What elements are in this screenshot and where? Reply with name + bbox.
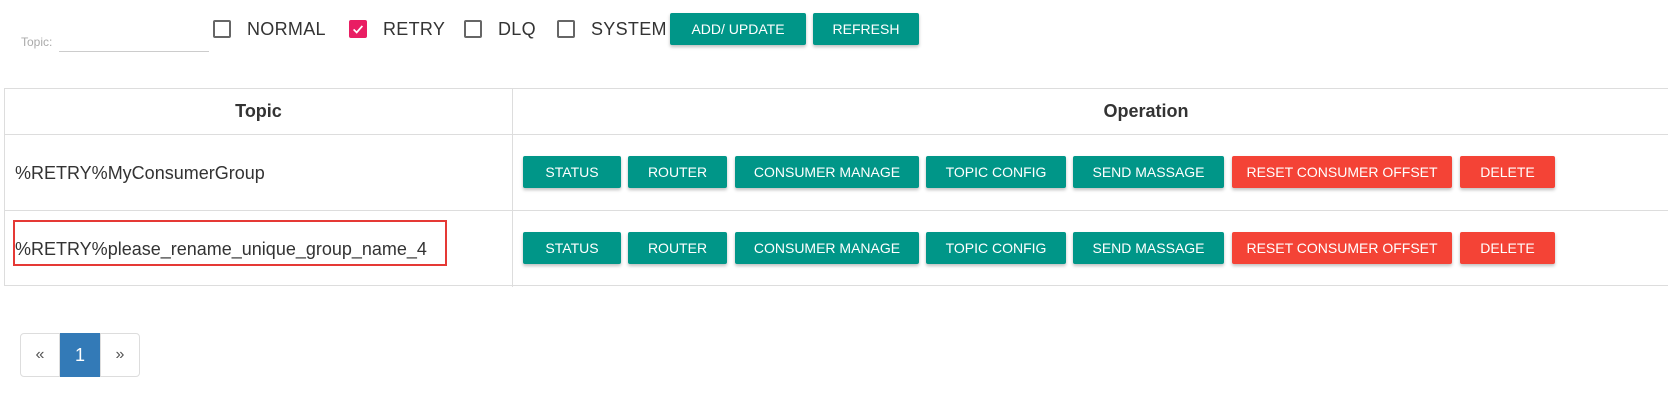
reset-consumer-offset-button-1[interactable]: RESET CONSUMER OFFSET xyxy=(1232,156,1452,188)
topic-filter-input[interactable] xyxy=(59,27,209,52)
topic-config-button-2[interactable]: TOPIC CONFIG xyxy=(926,232,1066,264)
checkbox-normal-box[interactable] xyxy=(213,20,231,38)
column-divider xyxy=(512,89,513,287)
status-button-1[interactable]: STATUS xyxy=(523,156,621,188)
checkbox-retry-box[interactable] xyxy=(349,20,367,38)
consumer-manage-button-2[interactable]: CONSUMER MANAGE xyxy=(735,232,919,264)
page-next-button[interactable]: » xyxy=(100,333,140,377)
checkbox-system[interactable]: SYSTEM xyxy=(557,17,667,41)
header-topic: Topic xyxy=(235,101,282,121)
checkbox-system-box[interactable] xyxy=(557,20,575,38)
highlight-box xyxy=(13,220,447,266)
checkbox-system-label: SYSTEM xyxy=(591,18,667,39)
topic-config-button-1[interactable]: TOPIC CONFIG xyxy=(926,156,1066,188)
topic-filter-label: Topic: xyxy=(21,35,53,49)
checkbox-dlq[interactable]: DLQ xyxy=(464,17,536,41)
checkmark-icon xyxy=(353,25,364,34)
row-divider xyxy=(5,210,1668,211)
status-button-2[interactable]: STATUS xyxy=(523,232,621,264)
page-prev-button[interactable]: « xyxy=(20,333,60,377)
add-update-button[interactable]: ADD/ UPDATE xyxy=(670,13,806,45)
checkbox-dlq-label: DLQ xyxy=(498,18,536,39)
consumer-manage-button-1[interactable]: CONSUMER MANAGE xyxy=(735,156,919,188)
pagination: « 1 » xyxy=(20,333,140,377)
row-divider xyxy=(5,134,1668,135)
router-button-1[interactable]: ROUTER xyxy=(628,156,727,188)
topic-table: Topic Operation %RETRY%MyConsumerGroup S… xyxy=(4,88,1668,287)
page-1-button[interactable]: 1 xyxy=(60,333,100,377)
delete-button-1[interactable]: DELETE xyxy=(1460,156,1555,188)
topic-cell-1: %RETRY%MyConsumerGroup xyxy=(15,163,265,183)
router-button-2[interactable]: ROUTER xyxy=(628,232,727,264)
checkbox-normal-label: NORMAL xyxy=(247,18,326,39)
send-massage-button-2[interactable]: SEND MASSAGE xyxy=(1073,232,1224,264)
refresh-button[interactable]: REFRESH xyxy=(813,13,919,45)
header-operation: Operation xyxy=(1103,101,1189,121)
send-massage-button-1[interactable]: SEND MASSAGE xyxy=(1073,156,1224,188)
checkbox-dlq-box[interactable] xyxy=(464,20,482,38)
reset-consumer-offset-button-2[interactable]: RESET CONSUMER OFFSET xyxy=(1232,232,1452,264)
delete-button-2[interactable]: DELETE xyxy=(1460,232,1555,264)
checkbox-normal[interactable]: NORMAL xyxy=(213,17,326,41)
checkbox-retry-label: RETRY xyxy=(383,18,446,39)
filter-toolbar: Topic: NORMAL RETRY DLQ SYSTEM ADD/ UPDA… xyxy=(0,0,1668,70)
checkbox-retry[interactable]: RETRY xyxy=(349,17,445,41)
